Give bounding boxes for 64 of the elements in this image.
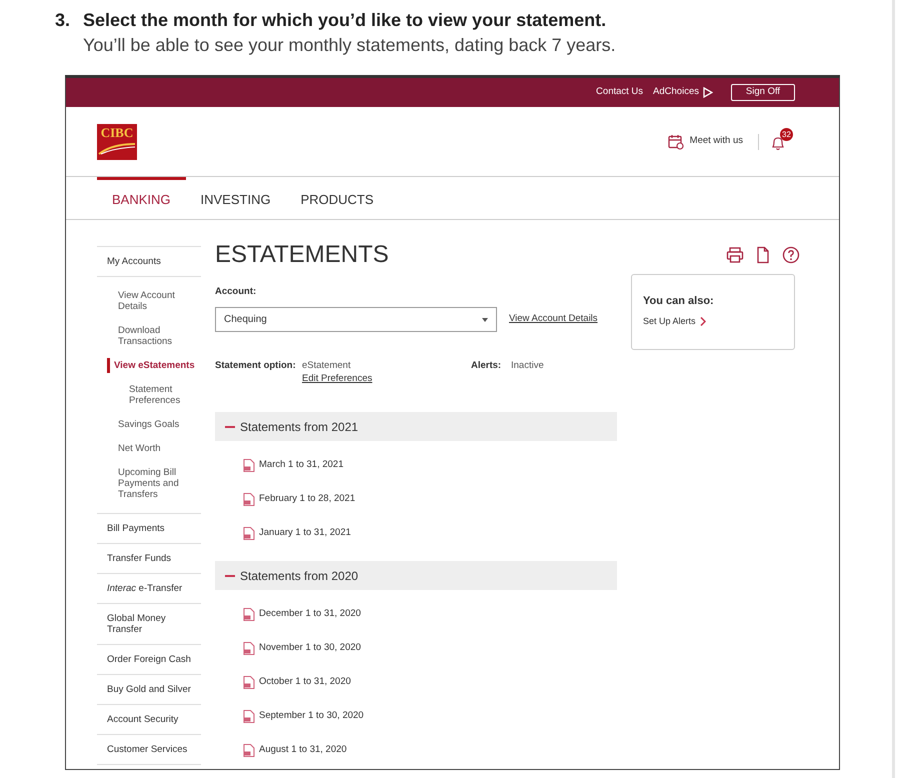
statement-link[interactable]: January 1 to 31, 2021 bbox=[259, 526, 351, 540]
pdf-icon bbox=[243, 526, 255, 540]
sidebar-item[interactable]: Download Transactions bbox=[97, 325, 201, 347]
sign-off-button[interactable]: Sign Off bbox=[731, 84, 795, 101]
logo: CIBC bbox=[97, 124, 137, 160]
section-header[interactable]: Statements from 2021 bbox=[215, 412, 617, 441]
field-label: Statement option: bbox=[215, 360, 297, 373]
step-description: You’ll be able to see your monthly statements, dating back 7 years. bbox=[83, 34, 616, 57]
sidebar-item[interactable]: Bill Payments bbox=[97, 514, 201, 544]
play-icon bbox=[702, 87, 713, 98]
nav-tab[interactable]: BANKING bbox=[97, 177, 186, 219]
statement-link[interactable]: November 1 to 30, 2020 bbox=[259, 640, 361, 656]
edit-preferences-link[interactable]: Edit Preferences bbox=[302, 373, 372, 384]
field-value: Inactive bbox=[511, 360, 544, 371]
sidebar-item[interactable]: Net Worth bbox=[97, 443, 201, 454]
notification-badge: 32 bbox=[780, 128, 793, 140]
calendar-icon bbox=[668, 134, 684, 150]
pdf-icon bbox=[243, 642, 255, 654]
nav-tab[interactable]: INVESTING bbox=[186, 177, 286, 219]
printer-icon[interactable] bbox=[726, 246, 744, 264]
pdf-icon bbox=[243, 744, 255, 756]
sidebar-item[interactable]: Savings Goals bbox=[97, 419, 201, 430]
step-title: Select the month for which you’d like to view your statement. bbox=[83, 9, 608, 32]
statement-link[interactable]: September 1 to 30, 2020 bbox=[259, 708, 364, 724]
help-icon[interactable] bbox=[782, 246, 800, 264]
sidebar-item[interactable]: View eStatements bbox=[114, 360, 199, 371]
section-header[interactable]: Statements from 2020 bbox=[215, 561, 617, 590]
account-dropdown[interactable]: Chequing bbox=[215, 307, 497, 332]
caret-icon bbox=[482, 318, 488, 322]
sidebar-item[interactable]: View Account Details bbox=[97, 290, 201, 312]
chevron-icon bbox=[700, 317, 706, 326]
statement-link[interactable]: December 1 to 31, 2020 bbox=[259, 606, 361, 622]
pdf-icon bbox=[243, 676, 255, 688]
pdf-icon bbox=[243, 710, 255, 722]
sidebar-item[interactable]: Interac e-Transfer bbox=[97, 574, 201, 604]
sidebar-item[interactable]: Customer Services bbox=[97, 735, 201, 765]
card-title: You can also: bbox=[643, 295, 715, 308]
sidebar-item[interactable]: Order Foreign Cash bbox=[97, 645, 201, 675]
statement-link[interactable]: February 1 to 28, 2021 bbox=[259, 492, 356, 506]
field-value: eStatement bbox=[302, 360, 352, 371]
page-title: ESTATEMENTS bbox=[215, 240, 389, 270]
sidebar-item[interactable]: Upcoming Bill Payments and Transfers bbox=[97, 467, 201, 500]
sidebar-item[interactable]: My Accounts bbox=[97, 247, 201, 277]
sidebar-item[interactable]: Account Security bbox=[97, 705, 201, 735]
sidebar-item[interactable]: Buy Gold and Silver bbox=[97, 675, 201, 705]
pdf-icon bbox=[243, 492, 255, 506]
account-details-link[interactable]: View Account Details bbox=[509, 312, 598, 327]
meet-link[interactable]: Meet with us bbox=[690, 134, 743, 149]
sidebar-item[interactable]: Global Money Transfer bbox=[97, 604, 201, 645]
statement-link[interactable]: October 1 to 31, 2020 bbox=[259, 674, 351, 690]
statement-link[interactable]: August 1 to 31, 2020 bbox=[259, 742, 347, 758]
field-label: Alerts: bbox=[471, 360, 502, 371]
nav-tab[interactable]: PRODUCTS bbox=[286, 177, 389, 219]
dropdown-value: Chequing bbox=[224, 313, 267, 327]
set-up-alerts-link[interactable]: Set Up Alerts bbox=[643, 315, 696, 328]
adchoices-link[interactable]: AdChoices bbox=[653, 85, 699, 100]
sidebar-item[interactable]: Statement Preferences bbox=[97, 384, 201, 406]
field-label: Account: bbox=[215, 286, 258, 297]
sidebar-item[interactable]: Transfer Funds bbox=[97, 544, 201, 574]
step-number: 3. bbox=[55, 9, 72, 32]
pdf-icon bbox=[243, 458, 255, 472]
header-link[interactable]: Contact Us bbox=[596, 85, 644, 100]
statement-link[interactable]: March 1 to 31, 2021 bbox=[259, 458, 344, 472]
pdf-icon bbox=[243, 608, 255, 620]
